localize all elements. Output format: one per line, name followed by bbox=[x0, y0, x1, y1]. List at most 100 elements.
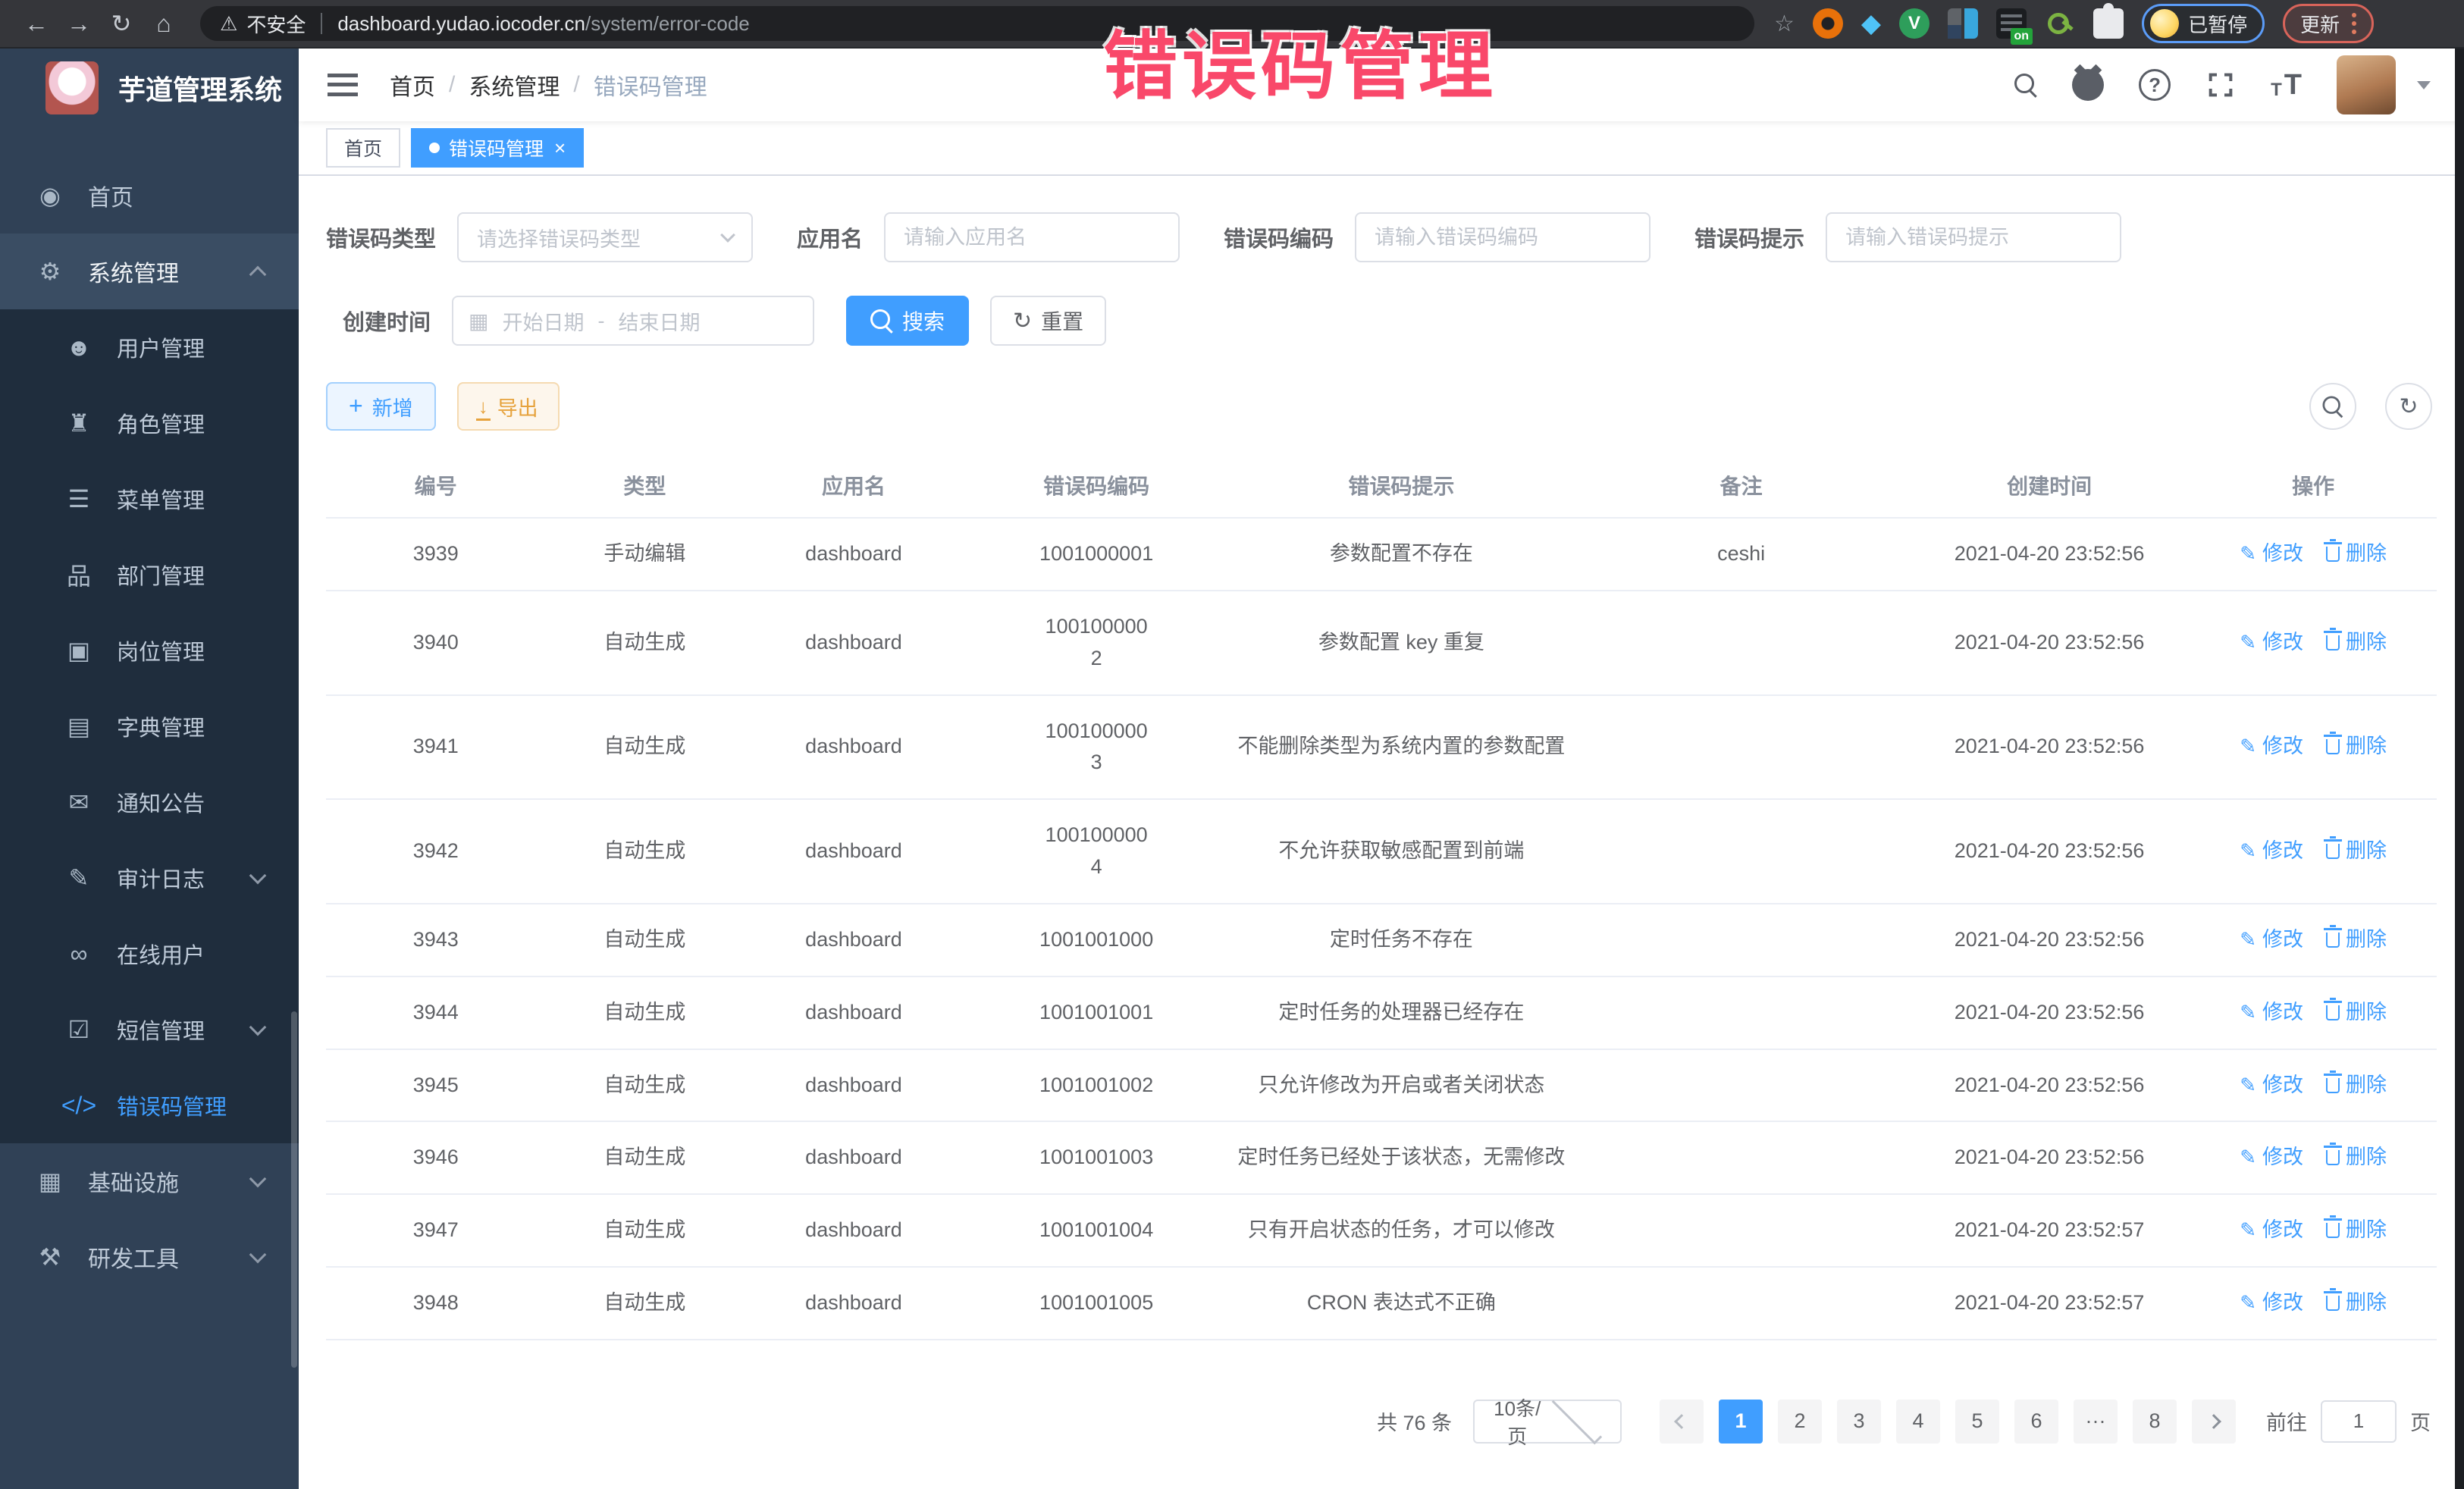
edit-link[interactable]: 修改 bbox=[2240, 731, 2303, 763]
sidebar-item-sms-management[interactable]: ☑短信管理 bbox=[0, 992, 299, 1067]
sidebar-scrollbar[interactable] bbox=[291, 1011, 297, 1368]
sidebar-item-role-management[interactable]: ♜角色管理 bbox=[0, 385, 299, 461]
hamburger-icon[interactable] bbox=[328, 74, 358, 96]
table-toolbar: 新增 导出 bbox=[326, 382, 2437, 431]
app-name-input[interactable] bbox=[884, 212, 1180, 262]
delete-link[interactable]: 删除 bbox=[2326, 627, 2387, 659]
sidebar-item-online-users[interactable]: ∞在线用户 bbox=[0, 916, 299, 992]
tab-active[interactable]: 错误码管理 bbox=[411, 128, 584, 168]
extension-grid-icon[interactable] bbox=[1948, 8, 1978, 39]
page-button-5[interactable]: 5 bbox=[1955, 1400, 1999, 1444]
edit-link[interactable]: 修改 bbox=[2240, 1070, 2303, 1102]
delete-link[interactable]: 删除 bbox=[2326, 1070, 2387, 1102]
page-button-2[interactable]: 2 bbox=[1778, 1400, 1822, 1444]
sidebar-item-error-code-management[interactable]: </>错误码管理 bbox=[0, 1067, 299, 1143]
cell-hint: 定时任务已经处于该状态，无需修改 bbox=[1230, 1121, 1574, 1194]
sidebar-item-notice-management[interactable]: ✉通知公告 bbox=[0, 764, 299, 840]
help-icon[interactable] bbox=[2139, 69, 2171, 101]
more-pages-button[interactable]: ··· bbox=[2074, 1400, 2118, 1444]
delete-link[interactable]: 删除 bbox=[2326, 997, 2387, 1029]
sidebar-item-home[interactable]: ◉首页 bbox=[0, 158, 299, 234]
edit-link[interactable]: 修改 bbox=[2240, 997, 2303, 1029]
org-tree-icon: 品 bbox=[61, 557, 97, 592]
sidebar-item-user-management[interactable]: ☻用户管理 bbox=[0, 309, 299, 385]
delete-link[interactable]: 删除 bbox=[2326, 731, 2387, 763]
extension-orange-icon[interactable] bbox=[1813, 8, 1843, 39]
add-button[interactable]: 新增 bbox=[326, 382, 436, 431]
refresh-table-button[interactable] bbox=[2385, 383, 2432, 430]
address-bar[interactable]: ⚠ 不安全 dashboard.yudao.iocoder.cn /system… bbox=[200, 6, 1754, 41]
row-actions: 修改删除 bbox=[2197, 1070, 2429, 1102]
page-button-8[interactable]: 8 bbox=[2133, 1400, 2177, 1444]
extension-switch-icon[interactable]: on bbox=[1996, 8, 2027, 39]
error-code-input[interactable] bbox=[1355, 212, 1651, 262]
search-button[interactable]: 搜索 bbox=[846, 296, 969, 346]
trash-icon bbox=[2326, 1296, 2340, 1311]
export-button-label: 导出 bbox=[497, 392, 538, 422]
user-avatar[interactable] bbox=[2337, 55, 2396, 114]
browser-profile-chip[interactable]: 已暂停 bbox=[2142, 4, 2265, 43]
search-icon[interactable] bbox=[2014, 74, 2037, 96]
delete-link[interactable]: 删除 bbox=[2326, 538, 2387, 570]
page-size-select[interactable]: 10条/页 bbox=[1473, 1400, 1622, 1444]
date-range-picker[interactable]: 开始日期 - 结束日期 bbox=[452, 296, 814, 346]
back-icon[interactable]: ← bbox=[15, 10, 58, 38]
sidebar-item-dept-management[interactable]: 品部门管理 bbox=[0, 537, 299, 613]
extension-v-icon[interactable]: V bbox=[1899, 8, 1930, 39]
page-button-4[interactable]: 4 bbox=[1896, 1400, 1940, 1444]
sidebar-item-post-management[interactable]: ▣岗位管理 bbox=[0, 613, 299, 688]
font-size-icon[interactable] bbox=[2271, 71, 2302, 99]
export-button[interactable]: 导出 bbox=[457, 382, 560, 431]
page-button-3[interactable]: 3 bbox=[1837, 1400, 1881, 1444]
security-label[interactable]: 不安全 bbox=[246, 10, 306, 38]
toggle-search-button[interactable] bbox=[2309, 383, 2356, 430]
cell-id: 3939 bbox=[326, 518, 546, 591]
close-icon[interactable] bbox=[554, 138, 566, 158]
goto-page-input[interactable] bbox=[2321, 1400, 2397, 1443]
next-page-button[interactable] bbox=[2192, 1400, 2236, 1444]
reset-button[interactable]: 重置 bbox=[990, 296, 1106, 346]
delete-link[interactable]: 删除 bbox=[2326, 1215, 2387, 1246]
kebab-menu-icon[interactable] bbox=[2352, 21, 2356, 26]
edit-link[interactable]: 修改 bbox=[2240, 1142, 2303, 1174]
forward-icon[interactable]: → bbox=[58, 10, 100, 38]
edit-link[interactable]: 修改 bbox=[2240, 538, 2303, 570]
tab-inactive[interactable]: 首页 bbox=[326, 128, 400, 168]
edit-link[interactable]: 修改 bbox=[2240, 835, 2303, 867]
edit-link[interactable]: 修改 bbox=[2240, 1215, 2303, 1246]
breadcrumb-home[interactable]: 首页 bbox=[390, 68, 435, 102]
prev-page-button[interactable] bbox=[1660, 1400, 1704, 1444]
edit-link[interactable]: 修改 bbox=[2240, 1287, 2303, 1319]
page-button-6[interactable]: 6 bbox=[2014, 1400, 2058, 1444]
sidebar-item-system-management[interactable]: ⚙系统管理 bbox=[0, 234, 299, 309]
github-icon[interactable] bbox=[2072, 69, 2104, 101]
breadcrumb-system[interactable]: 系统管理 bbox=[469, 68, 560, 102]
extension-key-icon[interactable] bbox=[2045, 8, 2075, 39]
delete-link[interactable]: 删除 bbox=[2326, 1287, 2387, 1319]
error-hint-input[interactable] bbox=[1826, 212, 2121, 262]
page-button-1[interactable]: 1 bbox=[1719, 1400, 1763, 1444]
browser-update-button[interactable]: 更新 bbox=[2283, 4, 2374, 43]
edit-link[interactable]: 修改 bbox=[2240, 627, 2303, 659]
fullscreen-icon[interactable] bbox=[2205, 70, 2236, 100]
edit-label: 修改 bbox=[2262, 924, 2303, 956]
extensions-puzzle-icon[interactable] bbox=[2093, 8, 2124, 39]
sidebar-item-dev-tools[interactable]: ⚒研发工具 bbox=[0, 1219, 299, 1295]
delete-link[interactable]: 删除 bbox=[2326, 924, 2387, 956]
home-icon[interactable]: ⌂ bbox=[143, 10, 185, 38]
chevron-down-icon[interactable] bbox=[2417, 81, 2431, 89]
cell-hint: 不能删除类型为系统内置的参数配置 bbox=[1230, 695, 1574, 800]
sidebar-item-infrastructure[interactable]: ▦基础设施 bbox=[0, 1143, 299, 1219]
error-type-select[interactable]: 请选择错误码类型 bbox=[457, 212, 753, 262]
bookmark-star-icon[interactable]: ☆ bbox=[1774, 11, 1795, 37]
extension-gem-icon[interactable]: ◆ bbox=[1861, 8, 1881, 39]
delete-link[interactable]: 删除 bbox=[2326, 1142, 2387, 1174]
edit-link[interactable]: 修改 bbox=[2240, 924, 2303, 956]
sidebar-item-menu-management[interactable]: ☰菜单管理 bbox=[0, 461, 299, 537]
chevron-right-icon bbox=[2206, 1414, 2221, 1429]
sidebar-item-dict-management[interactable]: ▤字典管理 bbox=[0, 688, 299, 764]
cell-hint: 不允许获取敏感配置到前端 bbox=[1230, 799, 1574, 904]
delete-link[interactable]: 删除 bbox=[2326, 835, 2387, 867]
sidebar-item-audit-log[interactable]: ✎审计日志 bbox=[0, 840, 299, 916]
reload-icon[interactable]: ↻ bbox=[100, 9, 143, 38]
